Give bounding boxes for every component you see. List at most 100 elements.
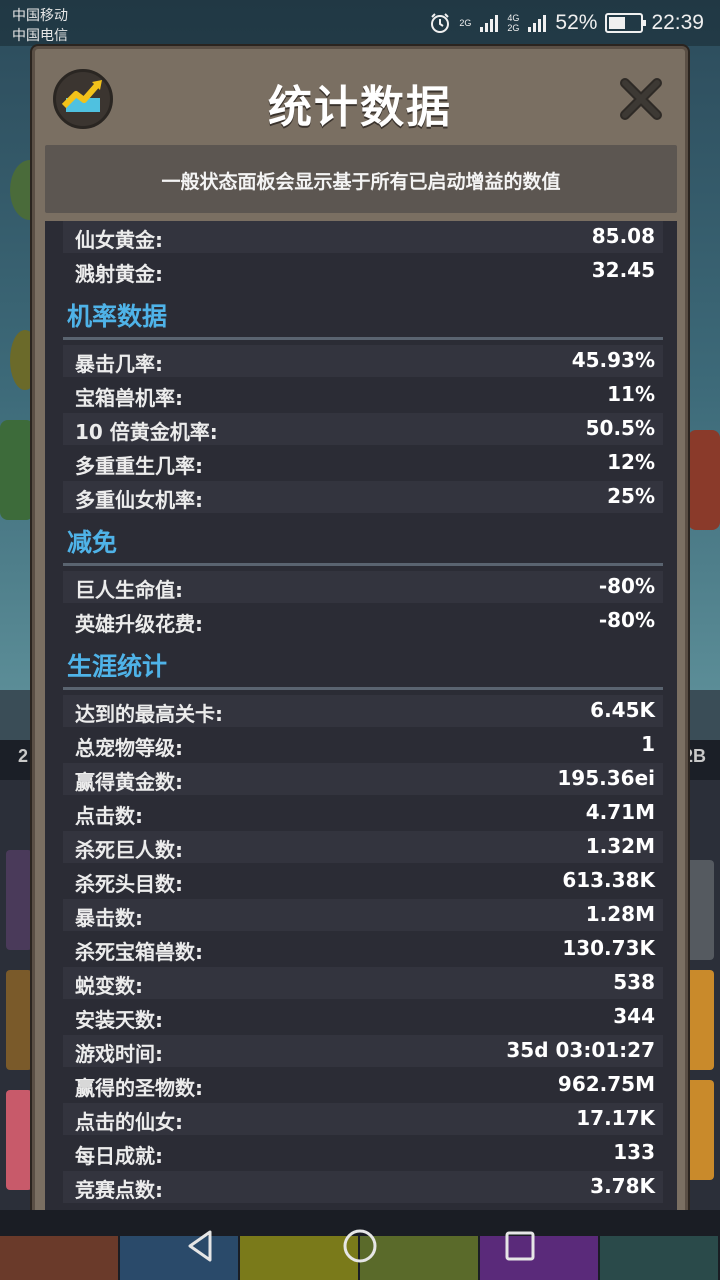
- stat-row: 赢得的圣物数: 962.75M: [63, 1069, 663, 1101]
- stat-row: 暴击几率: 45.93%: [63, 345, 663, 377]
- network-label-1: 2G: [459, 18, 472, 28]
- stat-label: 暴击几率:: [75, 352, 163, 376]
- stat-row: 英雄升级花费: -80%: [63, 605, 663, 637]
- home-icon[interactable]: [336, 1222, 384, 1270]
- carrier-2: 中国电信: [12, 28, 68, 44]
- stat-label: 点击的仙女:: [75, 1110, 183, 1134]
- stat-label: 赢得黄金数:: [75, 770, 183, 794]
- stat-row: 多重仙女机率: 25%: [63, 481, 663, 513]
- stat-row: 安装天数: 344: [63, 1001, 663, 1033]
- stat-label: 巨人生命值:: [75, 578, 183, 602]
- stat-row: 溅射黄金: 32.45: [63, 255, 663, 287]
- stat-value: 1.28M: [585, 902, 655, 926]
- tab-sword[interactable]: [0, 1236, 118, 1280]
- section-divider: [63, 687, 663, 690]
- stat-row: 杀死宝箱兽数: 130.73K: [63, 933, 663, 965]
- stat-value: 344: [613, 1004, 655, 1028]
- carrier-1: 中国移动: [12, 8, 68, 24]
- stat-label: 杀死巨人数:: [75, 838, 183, 862]
- back-icon[interactable]: [176, 1222, 224, 1270]
- stats-panel[interactable]: 仙女黄金: 85.08 溅射黄金: 32.45 机率数据 暴击几率: 45.93% 宝箱兽机率…: [45, 221, 677, 1217]
- close-button[interactable]: [617, 75, 665, 123]
- stat-row: 竞赛点数: 3.78K: [63, 1171, 663, 1203]
- stat-value: -80%: [598, 574, 655, 598]
- modal-title: 统计数据: [268, 82, 452, 133]
- tab-star[interactable]: [600, 1236, 718, 1280]
- hero-list-item: [6, 1090, 32, 1190]
- stat-value: 17.17K: [576, 1106, 655, 1130]
- stat-value: 133: [613, 1140, 655, 1164]
- signal-icon-1: [480, 15, 499, 32]
- stat-label: 达到的最高关卡:: [75, 702, 223, 726]
- info-bar: 一般状态面板会显示基于所有已启动增益的数值: [45, 145, 677, 213]
- hero-avatar: [0, 420, 34, 520]
- stat-label: 英雄升级花费:: [75, 612, 203, 636]
- network-label-2b: 2G: [507, 23, 520, 33]
- stat-value: 32.45: [591, 258, 655, 282]
- section-title: 减免: [67, 528, 118, 557]
- stat-label: 暴击数:: [75, 906, 143, 930]
- stat-row: 杀死巨人数: 1.32M: [63, 831, 663, 863]
- stat-value: 195.36ei: [557, 766, 655, 790]
- stat-row: 每日成就: 133: [63, 1137, 663, 1169]
- clock: 22:39: [651, 11, 704, 34]
- stat-label: 赢得的圣物数:: [75, 1076, 203, 1100]
- stat-row: 游戏时间: 35d 03:01:27: [63, 1035, 663, 1067]
- stat-row: 仙女黄金: 85.08: [63, 221, 663, 253]
- stat-label: 杀死头目数:: [75, 872, 183, 896]
- stat-row: 赢得黄金数: 195.36ei: [63, 763, 663, 795]
- stat-row: 10 倍黄金机率: 50.5%: [63, 413, 663, 445]
- stat-value: 25%: [607, 484, 655, 508]
- hero-list-button: [686, 970, 714, 1070]
- stat-value: 962.75M: [557, 1072, 655, 1096]
- stat-value: 85.08: [591, 224, 655, 248]
- stat-row: 巨人生命值: -80%: [63, 571, 663, 603]
- stat-label: 游戏时间:: [75, 1042, 163, 1066]
- close-icon[interactable]: [617, 75, 665, 123]
- stat-value: 613.38K: [562, 868, 655, 892]
- stat-label: 点击数:: [75, 804, 143, 828]
- stat-label: 总宠物等级:: [75, 736, 183, 760]
- hero-list-item: [6, 850, 32, 950]
- stat-value: 1: [641, 732, 655, 756]
- recents-icon[interactable]: [496, 1222, 544, 1270]
- stat-label: 蜕变数:: [75, 974, 143, 998]
- stat-value: 4.71M: [585, 800, 655, 824]
- stat-label: 宝箱兽机率:: [75, 386, 183, 410]
- stat-row: 达到的最高关卡: 6.45K: [63, 695, 663, 727]
- stat-row: 多重重生几率: 12%: [63, 447, 663, 479]
- stat-value: 3.78K: [590, 1174, 655, 1198]
- stat-row: 杀死头目数: 613.38K: [63, 865, 663, 897]
- status-bar: 中国移动 中国电信 2G 4G 2G 52% 22:39: [0, 0, 720, 46]
- battery-percent: 52%: [555, 11, 598, 34]
- stat-row: 宝箱兽机率: 11%: [63, 379, 663, 411]
- network-label-2a: 4G: [507, 13, 520, 23]
- stat-value: -80%: [598, 608, 655, 632]
- hero-list-item: [6, 970, 32, 1070]
- stat-row: 蜕变数: 538: [63, 967, 663, 999]
- stat-label: 溅射黄金:: [75, 262, 163, 286]
- stat-value: 538: [613, 970, 655, 994]
- stat-value: 45.93%: [571, 348, 655, 372]
- stat-value: 50.5%: [585, 416, 655, 440]
- stat-row: 点击的仙女: 17.17K: [63, 1103, 663, 1135]
- right-hero-avatar: [688, 430, 720, 530]
- stat-row: 总宠物等级: 1: [63, 729, 663, 761]
- section-divider: [63, 563, 663, 566]
- stat-label: 10 倍黄金机率:: [75, 420, 218, 444]
- left-number: 2: [18, 746, 29, 766]
- alarm-icon: [431, 13, 450, 33]
- stat-label: 多重仙女机率:: [75, 488, 203, 512]
- stat-label: 仙女黄金:: [75, 228, 163, 252]
- signal-icon-2: [528, 15, 547, 32]
- info-text: 一般状态面板会显示基于所有已启动增益的数值: [161, 171, 561, 193]
- modal-header: 统计数据: [35, 49, 685, 145]
- stat-value: 130.73K: [562, 936, 655, 960]
- stat-label: 多重重生几率:: [75, 454, 203, 478]
- stats-modal: 统计数据 一般状态面板会显示基于所有已启动增益的数值 仙女黄金: 85.08 溅射黄…: [32, 46, 688, 1234]
- stat-value: 35d 03:01:27: [506, 1038, 655, 1062]
- stat-label: 杀死宝箱兽数:: [75, 940, 203, 964]
- stat-value: 6.45K: [590, 698, 655, 722]
- navigation-bar: [0, 1210, 720, 1280]
- stat-row: 暴击数: 1.28M: [63, 899, 663, 931]
